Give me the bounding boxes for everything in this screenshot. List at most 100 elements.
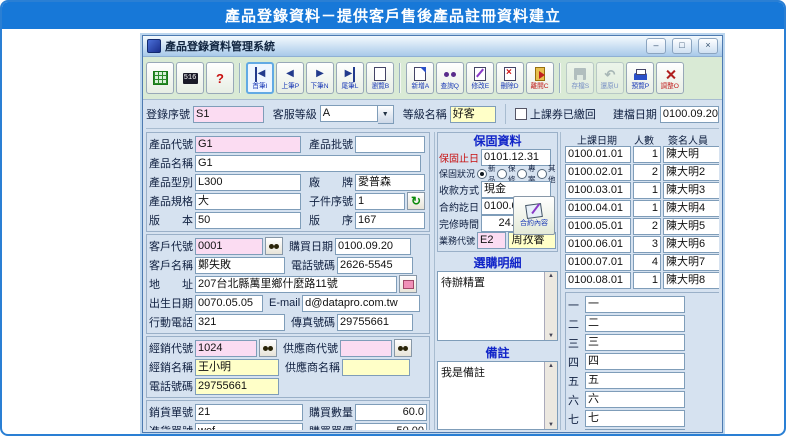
toolbar-next-button[interactable]: ▶下筆N [306, 62, 334, 94]
class-signer-field[interactable]: 陳大明4 [663, 200, 719, 217]
fax-field[interactable]: 29755661 [337, 314, 413, 331]
toolbar-counter-button[interactable]: 516 [176, 62, 204, 94]
class-count-field[interactable]: 1 [633, 272, 661, 289]
radio-project[interactable] [517, 169, 527, 179]
numeral-field[interactable]: 一 [585, 296, 685, 313]
class-count-field[interactable]: 2 [633, 218, 661, 235]
birth-date-field[interactable]: 0070.05.05 [195, 295, 263, 312]
customer-phone-field[interactable]: 2626-5545 [337, 257, 413, 274]
class-date-field[interactable]: 0100.05.01 [565, 218, 631, 235]
email-field[interactable]: d@datapro.com.tw [302, 295, 420, 312]
class-signer-field[interactable]: 陳大明5 [663, 218, 719, 235]
address-card-button[interactable] [399, 275, 417, 293]
dealer-phone-field[interactable]: 29755661 [195, 378, 279, 395]
scrollbar[interactable]: ▲▼ [544, 362, 557, 430]
numeral-field[interactable]: 四 [585, 353, 685, 370]
customer-name-field[interactable]: 鄭失敗 [195, 257, 285, 274]
scroll-down-icon[interactable]: ▼ [548, 332, 554, 340]
unit-price-field[interactable]: 50.00 [355, 423, 427, 431]
sales-code-field[interactable]: E2 [477, 232, 506, 249]
refresh-button[interactable]: ↻ [407, 192, 425, 210]
class-signer-field[interactable]: 陳大明8 [663, 272, 719, 289]
class-date-field[interactable]: 0100.08.01 [565, 272, 631, 289]
class-date-field[interactable]: 0100.06.01 [565, 236, 631, 253]
qty-field[interactable]: 60.0 [355, 404, 427, 421]
toolbar-edit-button[interactable]: 修改E [466, 62, 494, 94]
toolbar-first-button[interactable]: ◀首筆I [246, 62, 274, 94]
class-count-field[interactable]: 4 [633, 254, 661, 271]
toolbar-help-button[interactable]: ? [206, 62, 234, 94]
coupon-returned-checkbox[interactable] [515, 108, 527, 120]
scroll-up-icon[interactable]: ▲ [548, 362, 554, 370]
class-date-field[interactable]: 0100.04.01 [565, 200, 631, 217]
dealer-code-field[interactable]: 1024 [195, 340, 257, 357]
customer-code-field[interactable]: 0001 [195, 238, 263, 255]
buy-date-field[interactable]: 0100.09.20 [335, 238, 411, 255]
toolbar-preview-button[interactable]: 預覽P [626, 62, 654, 94]
contract-content-button[interactable]: 合約內容 [513, 196, 555, 235]
toolbar-query-button[interactable]: 查詢Q [436, 62, 464, 94]
toolbar-undo-button[interactable]: ↶還原U [596, 62, 624, 94]
class-signer-field[interactable]: 陳大明 [663, 146, 719, 163]
toolbar-last-button[interactable]: ▶尾筆L [336, 62, 364, 94]
notes-textarea[interactable]: 我是備註 ▲▼ [437, 361, 558, 431]
toolbar-exit-button[interactable]: 離開C [526, 62, 554, 94]
supplier-code-field[interactable] [340, 340, 392, 357]
radio-other[interactable] [537, 169, 547, 179]
numeral-field[interactable]: 二 [585, 315, 685, 332]
supplier-name-field[interactable] [342, 359, 410, 376]
dealer-lookup-button[interactable] [259, 339, 277, 357]
class-date-field[interactable]: 0100.01.01 [565, 146, 631, 163]
toolbar-grid-view-button[interactable] [146, 62, 174, 94]
class-date-field[interactable]: 0100.03.01 [565, 182, 631, 199]
toolbar-save-button[interactable]: 存檔S [566, 62, 594, 94]
product-batch-field[interactable] [355, 136, 425, 153]
dealer-name-field[interactable]: 王小明 [195, 359, 279, 376]
sales-order-field[interactable]: 21 [195, 404, 303, 421]
chevron-down-icon[interactable]: ▼ [378, 105, 394, 124]
product-code-field[interactable]: G1 [195, 136, 301, 153]
class-signer-field[interactable]: 陳大明6 [663, 236, 719, 253]
class-date-field[interactable]: 0100.02.01 [565, 164, 631, 181]
toolbar-browse-button[interactable]: 瀏覽B [366, 62, 394, 94]
numeral-field[interactable]: 六 [585, 391, 685, 408]
product-name-field[interactable]: G1 [195, 155, 421, 172]
sub-serial-field[interactable]: 1 [355, 193, 405, 210]
toolbar-prev-button[interactable]: ◀上筆P [276, 62, 304, 94]
customer-lookup-button[interactable] [265, 237, 283, 255]
toolbar-add-button[interactable]: 新增A [406, 62, 434, 94]
numeral-field[interactable]: 三 [585, 334, 685, 351]
toolbar-delete-button[interactable]: ×刪除D [496, 62, 524, 94]
supplier-lookup-button[interactable] [394, 339, 412, 357]
minimize-button[interactable]: – [646, 38, 666, 54]
scroll-up-icon[interactable]: ▲ [548, 272, 554, 280]
sequence-field[interactable]: 167 [355, 212, 425, 229]
scroll-down-icon[interactable]: ▼ [548, 421, 554, 429]
class-count-field[interactable]: 1 [633, 200, 661, 217]
create-date-field[interactable]: 0100.09.20 [660, 106, 719, 123]
options-detail-textarea[interactable]: 待辦精置 ▲▼ [437, 271, 558, 341]
class-count-field[interactable]: 1 [633, 146, 661, 163]
product-type-field[interactable]: L300 [195, 174, 301, 191]
numeral-field[interactable]: 五 [585, 372, 685, 389]
address-field[interactable]: 207台北縣萬里鄉什麼路11號 [195, 276, 397, 293]
radio-new[interactable] [477, 169, 487, 179]
close-button[interactable]: × [698, 38, 718, 54]
class-count-field[interactable]: 2 [633, 164, 661, 181]
level-name-field[interactable]: 好客 [450, 106, 496, 123]
class-signer-field[interactable]: 陳大明7 [663, 254, 719, 271]
login-no-field[interactable]: S1 [193, 106, 264, 123]
scrollbar[interactable]: ▲▼ [544, 272, 557, 340]
brand-field[interactable]: 愛普森 [355, 174, 425, 191]
service-level-dropdown[interactable]: A▼ [320, 105, 394, 124]
product-spec-field[interactable]: 大 [195, 193, 301, 210]
radio-repair[interactable] [497, 169, 507, 179]
version-field[interactable]: 50 [195, 212, 301, 229]
class-count-field[interactable]: 3 [633, 236, 661, 253]
numeral-field[interactable]: 七 [585, 410, 685, 427]
toolbar-adjust-button[interactable]: 調整O [656, 62, 684, 94]
maximize-button[interactable]: □ [672, 38, 692, 54]
numeral-field[interactable]: 八 [585, 429, 685, 430]
class-signer-field[interactable]: 陳大明3 [663, 182, 719, 199]
class-count-field[interactable]: 1 [633, 182, 661, 199]
